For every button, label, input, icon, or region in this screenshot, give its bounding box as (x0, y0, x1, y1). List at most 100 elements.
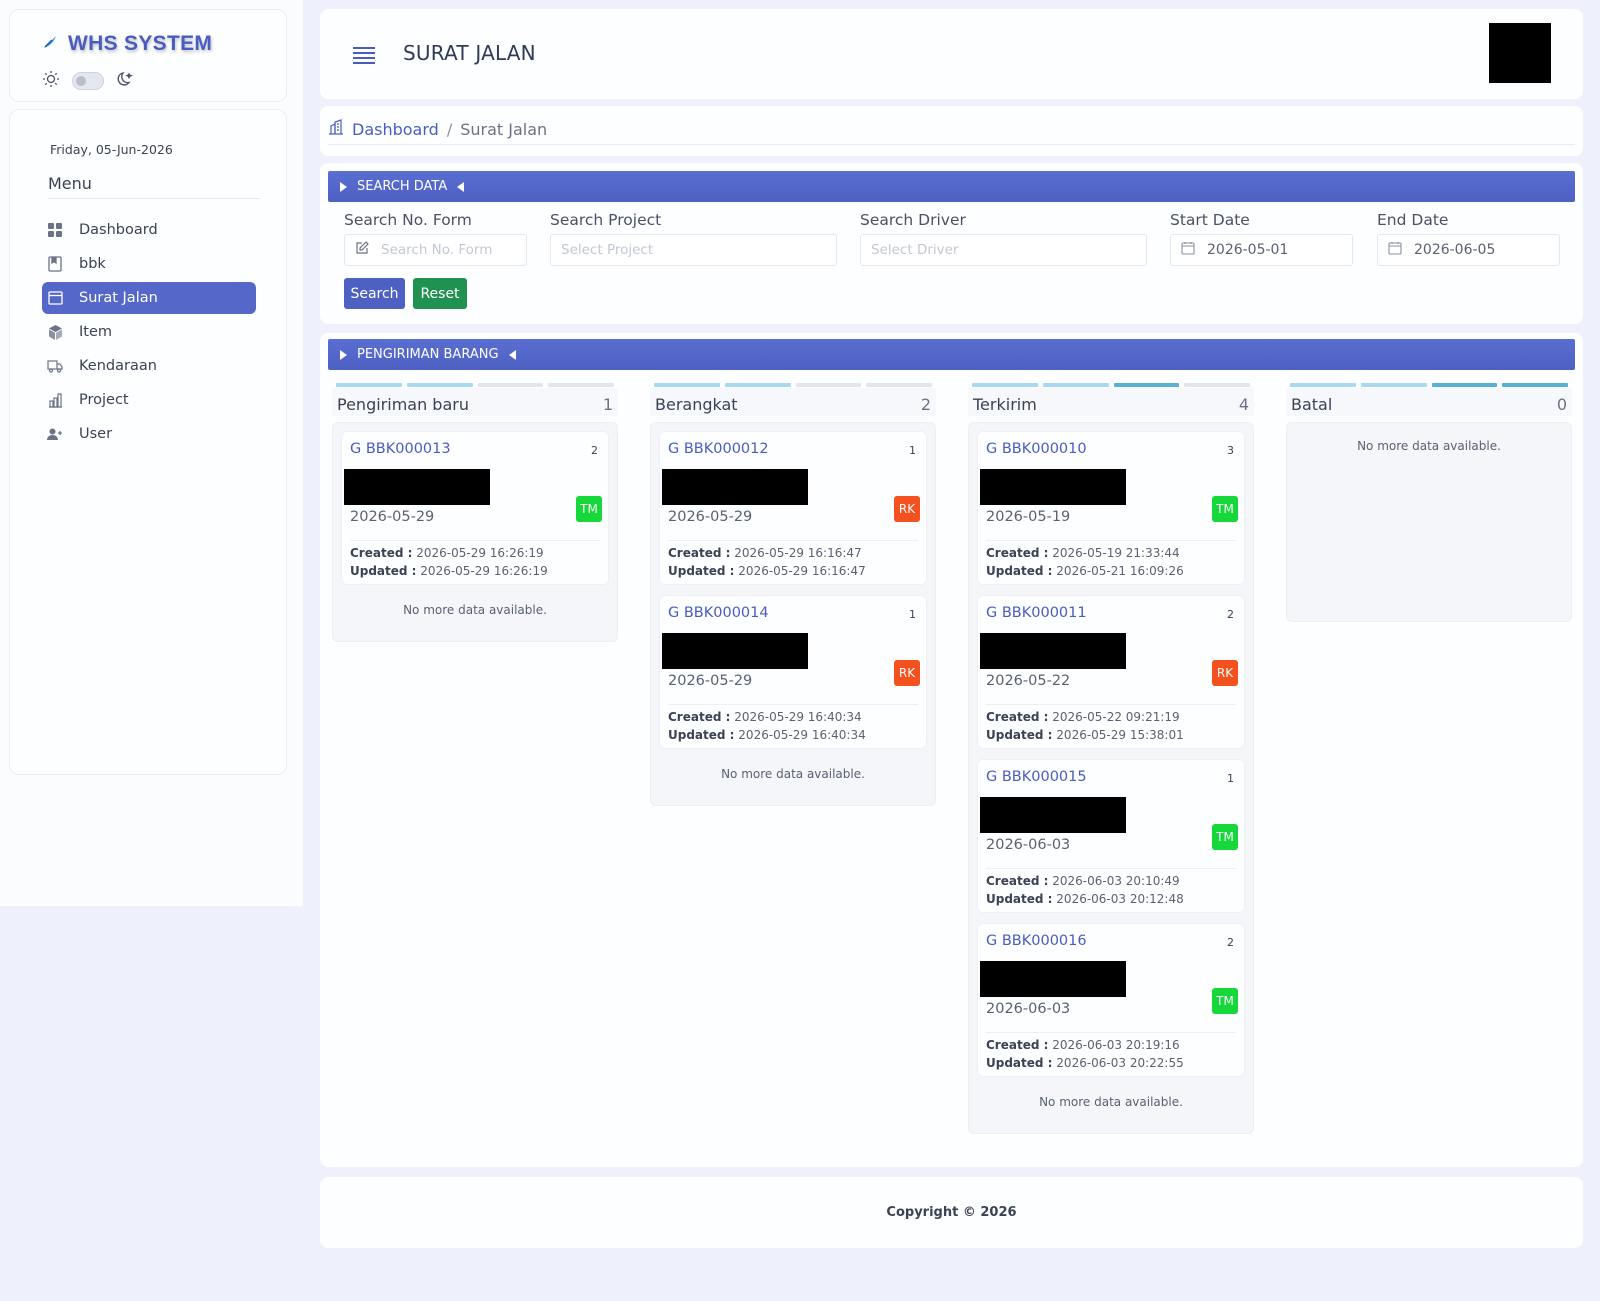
delivery-code-link[interactable]: G BBK000013 (350, 441, 451, 457)
sidebar-item-dashboard[interactable]: Dashboard (42, 214, 256, 246)
card-meta: Created : 2026-05-19 21:33:44 Updated : 2… (986, 544, 1184, 580)
sidebar-item-user[interactable]: User (42, 418, 256, 450)
delivery-card[interactable]: G BBK000010 3 2026-05-19 TM Created : 2026-0… (977, 431, 1245, 585)
column-title: Berangkat (655, 394, 738, 414)
no-form-placeholder: Search No. Form (381, 242, 493, 258)
project-label: Search Project (550, 211, 662, 229)
current-date: Friday, 05-Jun-2026 (50, 142, 173, 157)
redacted-block (662, 469, 808, 505)
driver-select[interactable]: Select Driver (860, 234, 1147, 266)
delivery-card[interactable]: G BBK000013 2 2026-05-29 TM Created : 2026-0… (341, 431, 609, 585)
progress-segment (972, 383, 1038, 387)
column-count: 1 (602, 394, 613, 414)
column-header: Pengiriman baru 1 (332, 388, 618, 416)
breadcrumb-separator: / (446, 119, 453, 139)
updated-label: Updated : (986, 1056, 1053, 1070)
created-value: 2026-05-19 21:33:44 (1052, 546, 1180, 560)
delivery-card[interactable]: G BBK000016 2 2026-06-03 TM Created : 2026-0… (977, 923, 1245, 1077)
avatar[interactable] (1489, 23, 1551, 83)
delivery-card[interactable]: G BBK000011 2 2026-05-22 RK Created : 2026-0… (977, 595, 1245, 749)
progress-segment (654, 383, 720, 387)
reset-button[interactable]: Reset (413, 278, 467, 309)
card-divider (986, 540, 1236, 541)
search-section-title: SEARCH DATA (357, 179, 448, 194)
card-divider (986, 704, 1236, 705)
column-header: Berangkat 2 (650, 388, 936, 416)
progress-segment (1184, 383, 1250, 387)
menu-card: Friday, 05-Jun-2026 Menu Dashboard bbk S… (9, 109, 287, 775)
delivery-date: 2026-06-03 (986, 837, 1071, 853)
no-form-input[interactable]: Search No. Form (344, 234, 527, 266)
created-label: Created : (986, 874, 1049, 888)
delivery-date: 2026-05-22 (986, 673, 1071, 689)
sidebar-item-bbk[interactable]: bbk (42, 248, 256, 280)
delivery-card[interactable]: G BBK000012 1 2026-05-29 RK Created : 2026-0… (659, 431, 927, 585)
delivery-card[interactable]: G BBK000015 1 2026-06-03 TM Created : 2026-0… (977, 759, 1245, 913)
card-meta: Created : 2026-05-29 16:26:19 Updated : 2… (350, 544, 548, 580)
sidebar-item-label: User (79, 426, 113, 442)
created-label: Created : (986, 710, 1049, 724)
sidebar-item-item[interactable]: Item (42, 316, 256, 348)
updated-value: 2026-06-03 20:12:48 (1056, 892, 1184, 906)
sidebar-item-surat-jalan[interactable]: Surat Jalan (42, 282, 256, 314)
column-count: 2 (920, 394, 931, 414)
chart-icon (47, 392, 63, 408)
breadcrumb-bar: Dashboard / Surat Jalan (328, 114, 1575, 145)
redacted-block (662, 633, 808, 669)
delivery-code-link[interactable]: G BBK000014 (668, 605, 769, 621)
driver-field: Search Driver Select Driver (860, 211, 1147, 266)
brand-card: WHS SYSTEM (9, 9, 287, 102)
sidebar-item-label: Project (79, 392, 129, 408)
no-more-data-text: No more data available. (721, 767, 865, 781)
end-date-value: 2026-06-05 (1414, 242, 1496, 258)
updated-label: Updated : (668, 728, 735, 742)
search-section-header[interactable]: SEARCH DATA (328, 171, 1575, 202)
delivery-card[interactable]: G BBK000014 1 2026-05-29 RK Created : 2026-0… (659, 595, 927, 749)
item-count: 2 (1227, 936, 1234, 949)
project-select[interactable]: Select Project (550, 234, 837, 266)
delivery-code-link[interactable]: G BBK000010 (986, 441, 1087, 457)
kanban-section-header[interactable]: PENGIRIMAN BARANG (328, 339, 1575, 370)
start-date-input[interactable]: 2026-05-01 (1170, 234, 1353, 266)
breadcrumb-dashboard-link[interactable]: Dashboard (352, 120, 439, 139)
brand[interactable]: WHS SYSTEM (42, 32, 212, 56)
updated-label: Updated : (986, 728, 1053, 742)
redacted-block (344, 469, 490, 505)
status-badge: RK (1212, 660, 1238, 686)
start-date-label: Start Date (1170, 211, 1250, 229)
sidebar-item-project[interactable]: Project (42, 384, 256, 416)
sidebar-item-kendaraan[interactable]: Kendaraan (42, 350, 256, 382)
status-badge: TM (1212, 496, 1238, 522)
updated-value: 2026-05-29 16:40:34 (738, 728, 866, 742)
end-date-input[interactable]: 2026-06-05 (1377, 234, 1560, 266)
delivery-date: 2026-06-03 (986, 1001, 1071, 1017)
progress-segment (548, 383, 614, 387)
column-count: 0 (1556, 394, 1567, 414)
theme-toggle[interactable] (72, 72, 104, 90)
delivery-code-link[interactable]: G BBK000012 (668, 441, 769, 457)
kanban-column: Pengiriman baru 1 G BBK000013 2 2026-05-29 TM… (332, 383, 618, 642)
box-icon (47, 324, 63, 340)
hamburger-menu-icon[interactable] (353, 46, 375, 68)
copyright-text: Copyright © 2026 (886, 1205, 1017, 1220)
redacted-block (980, 633, 1126, 669)
card-divider (986, 868, 1236, 869)
delivery-code-link[interactable]: G BBK000015 (986, 769, 1087, 785)
created-label: Created : (350, 546, 413, 560)
search-button[interactable]: Search (344, 278, 405, 309)
created-label: Created : (668, 546, 731, 560)
updated-label: Updated : (986, 892, 1053, 906)
delivery-code-link[interactable]: G BBK000011 (986, 605, 1087, 621)
theme-switcher (42, 70, 134, 92)
card-meta: Created : 2026-05-29 16:40:34 Updated : 2… (668, 708, 866, 744)
delivery-code-link[interactable]: G BBK000016 (986, 933, 1087, 949)
created-label: Created : (986, 1038, 1049, 1052)
progress-segment (866, 383, 932, 387)
item-count: 1 (1227, 772, 1234, 785)
updated-label: Updated : (350, 564, 417, 578)
start-date-value: 2026-05-01 (1207, 242, 1289, 258)
search-panel: SEARCH DATA Search No. Form Search No. F… (320, 163, 1583, 324)
start-date-field: Start Date 2026-05-01 (1170, 211, 1353, 266)
column-title: Terkirim (973, 394, 1037, 414)
progress-segment (406, 383, 473, 387)
